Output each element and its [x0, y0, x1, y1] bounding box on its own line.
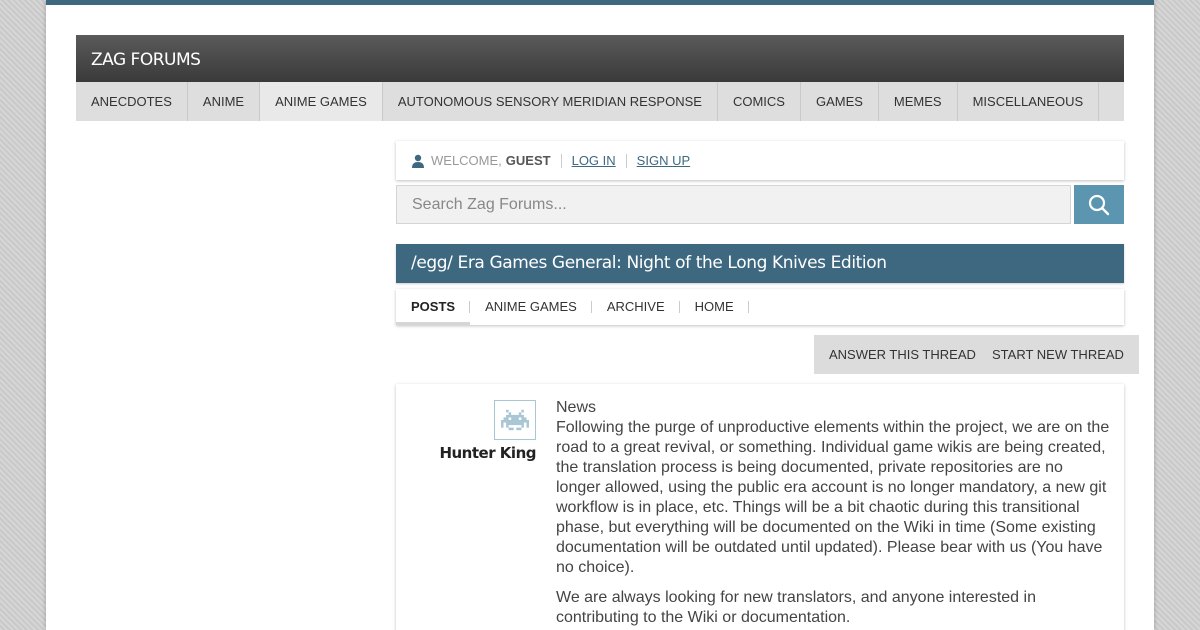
thread-title: /egg/ Era Games General: Night of the Lo…	[396, 244, 1124, 283]
space-invader-icon	[501, 409, 529, 431]
user-bar: WELCOME, GUEST LOG IN SIGN UP	[396, 141, 1124, 180]
username: GUEST	[505, 153, 551, 168]
post-author[interactable]: Hunter King	[396, 444, 536, 462]
user-icon	[411, 154, 425, 168]
page-container: ZAG FORUMS ANECDOTES ANIME ANIME GAMES A…	[46, 0, 1154, 630]
signup-link[interactable]: SIGN UP	[637, 153, 690, 168]
avatar[interactable]	[494, 400, 536, 440]
start-new-thread-button[interactable]: START NEW THREAD	[977, 335, 1139, 374]
divider	[560, 153, 562, 168]
tab-archive[interactable]: ARCHIVE	[592, 289, 680, 325]
post-paragraph: We are always looking for new translator…	[556, 589, 1036, 626]
post-paragraph: Following the purge of unproductive elem…	[556, 419, 1110, 576]
category-anime-games[interactable]: ANIME GAMES	[260, 82, 383, 121]
category-comics[interactable]: COMICS	[718, 82, 801, 121]
category-anecdotes[interactable]: ANECDOTES	[76, 82, 188, 121]
site-title[interactable]: ZAG FORUMS	[91, 50, 201, 70]
category-games[interactable]: GAMES	[801, 82, 879, 121]
tab-home[interactable]: HOME	[680, 289, 749, 325]
category-memes[interactable]: MEMES	[879, 82, 958, 121]
post: Hunter King News Following the purge of …	[396, 384, 1124, 630]
search-input[interactable]	[396, 185, 1071, 224]
answer-thread-button[interactable]: ANSWER THIS THREAD	[814, 335, 991, 374]
login-link[interactable]: LOG IN	[572, 153, 616, 168]
category-anime[interactable]: ANIME	[188, 82, 261, 121]
thread-tabs: POSTS ANIME GAMES ARCHIVE HOME	[396, 289, 1124, 325]
divider	[625, 153, 627, 168]
search-button[interactable]	[1074, 185, 1124, 224]
category-nav: ANECDOTES ANIME ANIME GAMES AUTONOMOUS S…	[76, 82, 1124, 121]
category-miscellaneous[interactable]: MISCELLANEOUS	[958, 82, 1100, 121]
welcome-text: WELCOME,	[431, 153, 502, 168]
category-asmr[interactable]: AUTONOMOUS SENSORY MERIDIAN RESPONSE	[383, 82, 718, 121]
post-heading: News	[556, 399, 597, 416]
search-icon	[1088, 194, 1110, 215]
top-accent-bar	[46, 0, 1154, 5]
tab-posts[interactable]: POSTS	[396, 289, 471, 325]
tab-anime-games[interactable]: ANIME GAMES	[470, 289, 592, 325]
post-body: News Following the purge of unproductive…	[556, 398, 1111, 630]
site-header: ZAG FORUMS	[76, 35, 1124, 82]
